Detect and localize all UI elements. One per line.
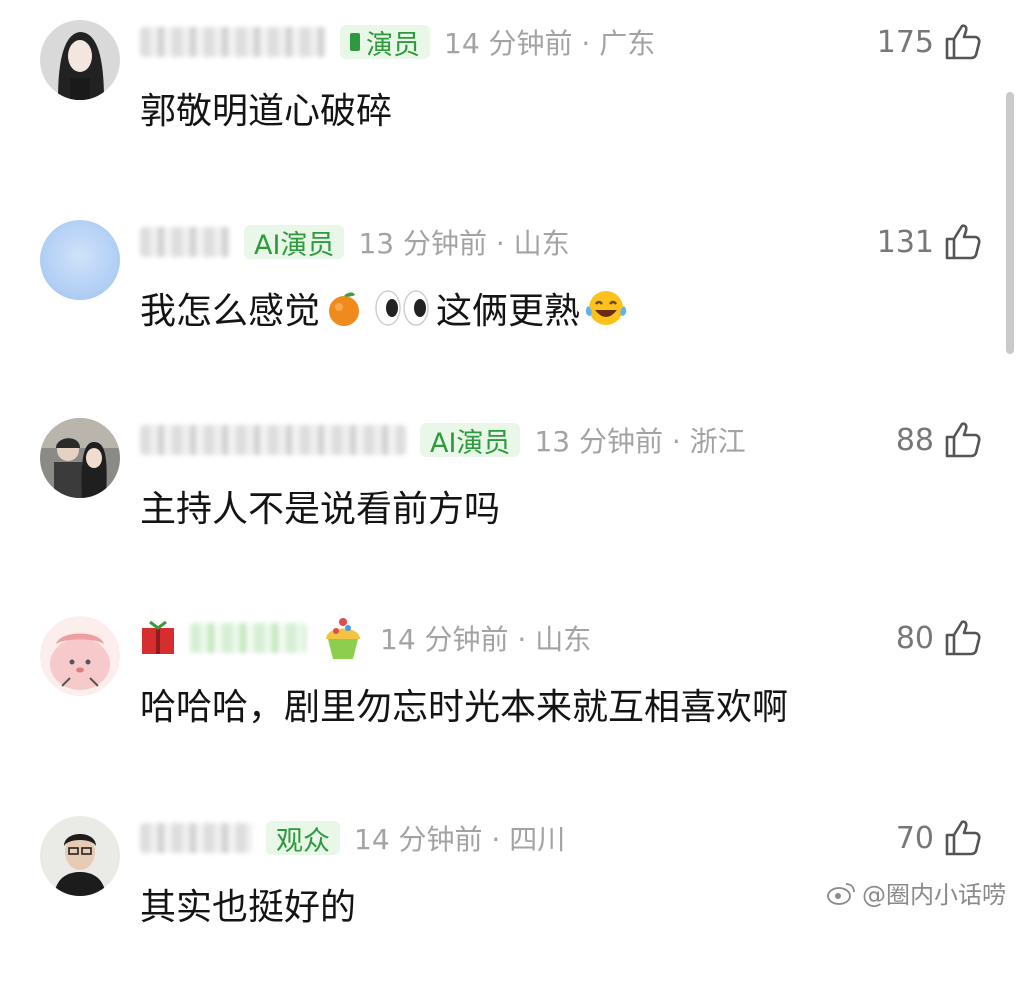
like-count: 131 [876,224,934,260]
time-location: 14 分钟前 · 山东 [380,623,592,656]
time-location: 14 分钟前 · 四川 [354,823,566,856]
comment-text-part: 这俩更熟 [436,291,581,332]
tangerine-emoji [329,292,360,326]
comment-text: 郭敬明道心破碎 [140,91,393,132]
comment-item: 观众 14 分钟前 · 四川 70 其实也挺好的 [0,816,1020,1006]
blurred-username[interactable] [140,27,326,57]
comment-text: 其实也挺好的 [140,887,357,928]
blurred-username[interactable] [140,425,406,455]
like-button[interactable]: 175 [877,20,982,64]
avatar[interactable] [40,220,120,300]
time-location: 13 分钟前 · 浙江 [534,425,746,458]
comment-text-part: 我怎么感觉 [140,291,321,332]
time-location: 13 分钟前 · 山东 [358,227,570,260]
joy-emoji [585,291,627,325]
time-location: 14 分钟前 · 广东 [444,27,656,60]
thumbs-up-icon [945,224,981,260]
thumbs-up-icon [945,422,981,458]
comment-header: AI演员 13 分钟前 · 浙江 [140,418,746,462]
scrollbar[interactable] [1006,92,1014,354]
eyes-emoji [375,290,429,326]
avatar[interactable] [40,616,120,696]
comment-item: 演员 14 分钟前 · 广东 175 郭敬明道心破碎 [0,20,1020,210]
comment-text: 哈哈哈，剧里勿忘时光本来就互相喜欢啊 [140,687,789,728]
comment-item: 14 分钟前 · 山东 80 哈哈哈，剧里勿忘时光本来就互相喜欢啊 [0,616,1020,806]
cupcake-icon [326,618,360,659]
comment-text: 我怎么感觉 这俩更熟 [140,282,632,334]
blurred-username[interactable] [140,227,230,257]
badge-label: 演员 [366,29,420,61]
ai-icon [350,33,360,51]
like-count: 80 [895,620,934,656]
role-badge: 观众 [266,821,340,857]
like-button[interactable]: 88 [896,418,982,462]
like-button[interactable]: 80 [896,616,982,660]
role-badge: AI演员 [420,423,521,459]
comment-header: 演员 14 分钟前 · 广东 [140,20,655,64]
comment-item: AI演员 13 分钟前 · 山东 131 我怎么感觉 这俩更熟 [0,220,1020,410]
role-badge: 演员 [340,25,430,61]
gift-icon [142,620,174,654]
watermark: @圈内小话唠 [826,875,1006,910]
like-count: 175 [876,24,934,60]
like-button[interactable]: 131 [877,220,982,264]
watermark-text: @圈内小话唠 [862,881,1006,909]
avatar[interactable] [40,816,120,896]
like-count: 88 [895,422,934,458]
comment-header: AI演员 13 分钟前 · 山东 [140,220,570,264]
comment-text: 主持人不是说看前方吗 [140,489,501,530]
thumbs-up-icon [945,620,981,656]
weibo-icon [827,882,855,905]
avatar[interactable] [40,418,120,498]
thumbs-up-icon [945,24,981,60]
comment-item: AI演员 13 分钟前 · 浙江 88 主持人不是说看前方吗 [0,418,1020,608]
blurred-username[interactable] [190,623,306,653]
thumbs-up-icon [945,820,981,856]
like-button[interactable]: 70 [896,816,982,860]
role-badge: AI演员 [244,225,345,261]
avatar[interactable] [40,20,120,100]
blurred-username[interactable] [140,823,252,853]
comment-header: 14 分钟前 · 山东 [140,616,591,660]
comment-header: 观众 14 分钟前 · 四川 [140,816,565,860]
like-count: 70 [895,820,934,856]
